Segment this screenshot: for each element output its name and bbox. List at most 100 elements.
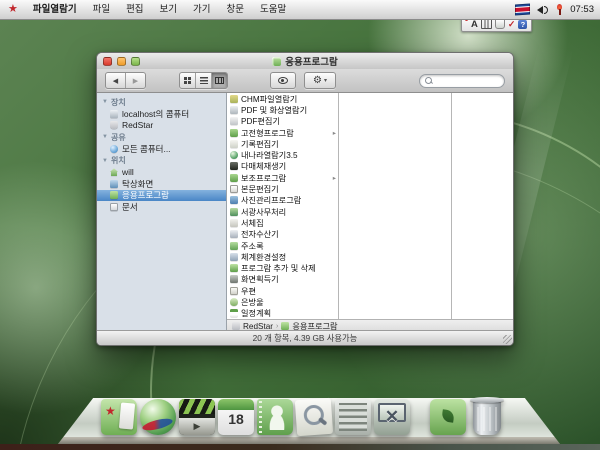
file-manager[interactable] xyxy=(101,399,137,437)
search-icon xyxy=(425,77,432,84)
minimize-button[interactable] xyxy=(117,57,126,66)
latin-mode-icon[interactable]: A xyxy=(471,19,478,30)
file-item[interactable]: 서체집 xyxy=(227,217,338,228)
resize-grip[interactable] xyxy=(503,335,512,344)
chevron-down-icon: ▾ xyxy=(324,77,327,84)
calculator[interactable] xyxy=(335,399,371,437)
quick-look-button[interactable] xyxy=(270,72,296,89)
file-name: 은방울 xyxy=(241,296,264,307)
file-item[interactable]: 사진관리프로그람 xyxy=(227,195,338,206)
trash-can-icon xyxy=(473,399,501,435)
window-menu[interactable]: 창문 xyxy=(219,0,252,19)
desktop-icon xyxy=(110,180,118,188)
file-item[interactable]: 우편 xyxy=(227,285,338,296)
sidebar: ▼장치localhost의 콤퓨터RedStar▼공유모든 콤퓨터...▼위치w… xyxy=(97,93,227,330)
sidebar-item-label: 탁상화면 xyxy=(122,178,153,190)
folder-icon xyxy=(230,174,238,182)
sidebar-item[interactable]: will xyxy=(97,167,226,179)
media-player[interactable] xyxy=(179,399,215,437)
file-item[interactable]: 화면획득기 xyxy=(227,274,338,285)
help-icon[interactable]: ? xyxy=(518,20,527,29)
file-name: 체계환경설정 xyxy=(241,251,286,262)
sidebar-section-header[interactable]: ▼장치 xyxy=(97,96,226,108)
file-item[interactable]: 다매체재생기 xyxy=(227,161,338,172)
address-book-icon xyxy=(257,399,293,435)
sidebar-item[interactable]: RedStar xyxy=(97,120,226,132)
file-item[interactable]: 프로그람 추가 및 삭제 xyxy=(227,262,338,273)
keyboard-layout-icon[interactable] xyxy=(481,19,492,29)
sidebar-item[interactable]: 문서 xyxy=(97,201,226,213)
view-menu[interactable]: 보기 xyxy=(152,0,185,19)
search-input[interactable] xyxy=(435,76,495,86)
sidebar-item[interactable]: 모든 콤퓨터... xyxy=(97,143,226,155)
action-menu-button[interactable]: ⚙▾ xyxy=(304,72,336,89)
pdf-editor-icon xyxy=(230,117,238,125)
nav-buttons: ◀ ▶ xyxy=(105,72,146,89)
column-view-icon xyxy=(215,77,224,84)
file-item[interactable]: 보조프로그람▸ xyxy=(227,172,338,183)
sidebar-item[interactable]: 탁상화면 xyxy=(97,178,226,190)
address-book[interactable] xyxy=(257,399,293,437)
file-item[interactable]: 주소록 xyxy=(227,240,338,251)
applications-folder-icon xyxy=(272,57,281,66)
green-app[interactable] xyxy=(430,399,466,437)
file-name: 내나라열람기3.5 xyxy=(241,149,298,160)
close-button[interactable] xyxy=(103,57,112,66)
status-bar: 20 개 항목, 4.39 GB 사용가능 xyxy=(97,330,513,345)
back-button[interactable]: ◀ xyxy=(106,73,126,88)
log-editor-icon xyxy=(230,140,238,148)
list-view-button[interactable] xyxy=(196,73,212,88)
window-controls xyxy=(103,57,140,66)
file-item[interactable]: CHM파일열람기 xyxy=(227,93,338,104)
file-item[interactable]: 서광사무처리 xyxy=(227,206,338,217)
list-view-icon xyxy=(200,77,208,84)
trash[interactable] xyxy=(469,399,505,437)
volume-icon[interactable] xyxy=(537,5,549,15)
column-view-button[interactable] xyxy=(212,73,227,88)
input-pad-icon[interactable] xyxy=(495,19,505,29)
file-menu[interactable]: 파일 xyxy=(85,0,118,19)
file-item[interactable]: 고전형프로그람▸ xyxy=(227,127,338,138)
file-item[interactable]: 체계환경설정 xyxy=(227,251,338,262)
file-item[interactable]: 본문편집기 xyxy=(227,183,338,194)
icon-view-button[interactable] xyxy=(180,73,196,88)
check-icon[interactable]: ✓ xyxy=(508,19,516,30)
file-item[interactable]: PDF 및 화상열람기 xyxy=(227,104,338,115)
sidebar-section-header[interactable]: ▼공유 xyxy=(97,131,226,143)
browser-icon xyxy=(230,151,238,159)
folder-icon xyxy=(230,129,238,137)
edit-menu[interactable]: 편집 xyxy=(118,0,151,19)
file-item[interactable]: PDF편집기 xyxy=(227,116,338,127)
eye-icon xyxy=(278,77,288,84)
file-item[interactable]: 전자수산기 xyxy=(227,229,338,240)
flag-icon[interactable] xyxy=(515,3,530,15)
file-item[interactable]: 기록편집기 xyxy=(227,138,338,149)
file-name: 서체집 xyxy=(241,217,264,228)
calendar[interactable]: 18 xyxy=(218,399,254,437)
sidebar-item[interactable]: localhost의 콤퓨터 xyxy=(97,108,226,120)
zoom-button[interactable] xyxy=(131,57,140,66)
file-name: 우편 xyxy=(241,285,256,296)
system-settings[interactable] xyxy=(374,399,410,437)
file-name: PDF 및 화상열람기 xyxy=(241,104,307,115)
file-item[interactable]: 은방울 xyxy=(227,296,338,307)
file-name: 주소록 xyxy=(241,240,264,251)
file-name: CHM파일열람기 xyxy=(241,93,297,104)
file-name: 전자수산기 xyxy=(241,229,279,240)
title-bar[interactable]: 응용프로그람 xyxy=(97,53,513,70)
red-star-logo-icon[interactable]: ★ xyxy=(8,0,18,19)
sidebar-section-header[interactable]: ▼위치 xyxy=(97,155,226,167)
sidebar-item[interactable]: 응용프로그람 xyxy=(97,190,226,202)
file-item[interactable]: 내나라열람기3.5 xyxy=(227,149,338,160)
file-item[interactable]: 일정계획 xyxy=(227,308,338,319)
forward-button[interactable]: ▶ xyxy=(126,73,145,88)
calendar-icon xyxy=(230,309,238,317)
file-name: 보조프로그람 xyxy=(241,172,286,183)
torch-icon[interactable] xyxy=(556,4,563,16)
address-book-icon xyxy=(230,242,238,250)
naenara-browser[interactable] xyxy=(140,399,176,437)
app-menu[interactable]: 파일열람기 xyxy=(25,0,85,19)
help-menu[interactable]: 도움말 xyxy=(252,0,294,19)
file-search[interactable] xyxy=(296,399,332,437)
go-menu[interactable]: 가기 xyxy=(185,0,218,19)
